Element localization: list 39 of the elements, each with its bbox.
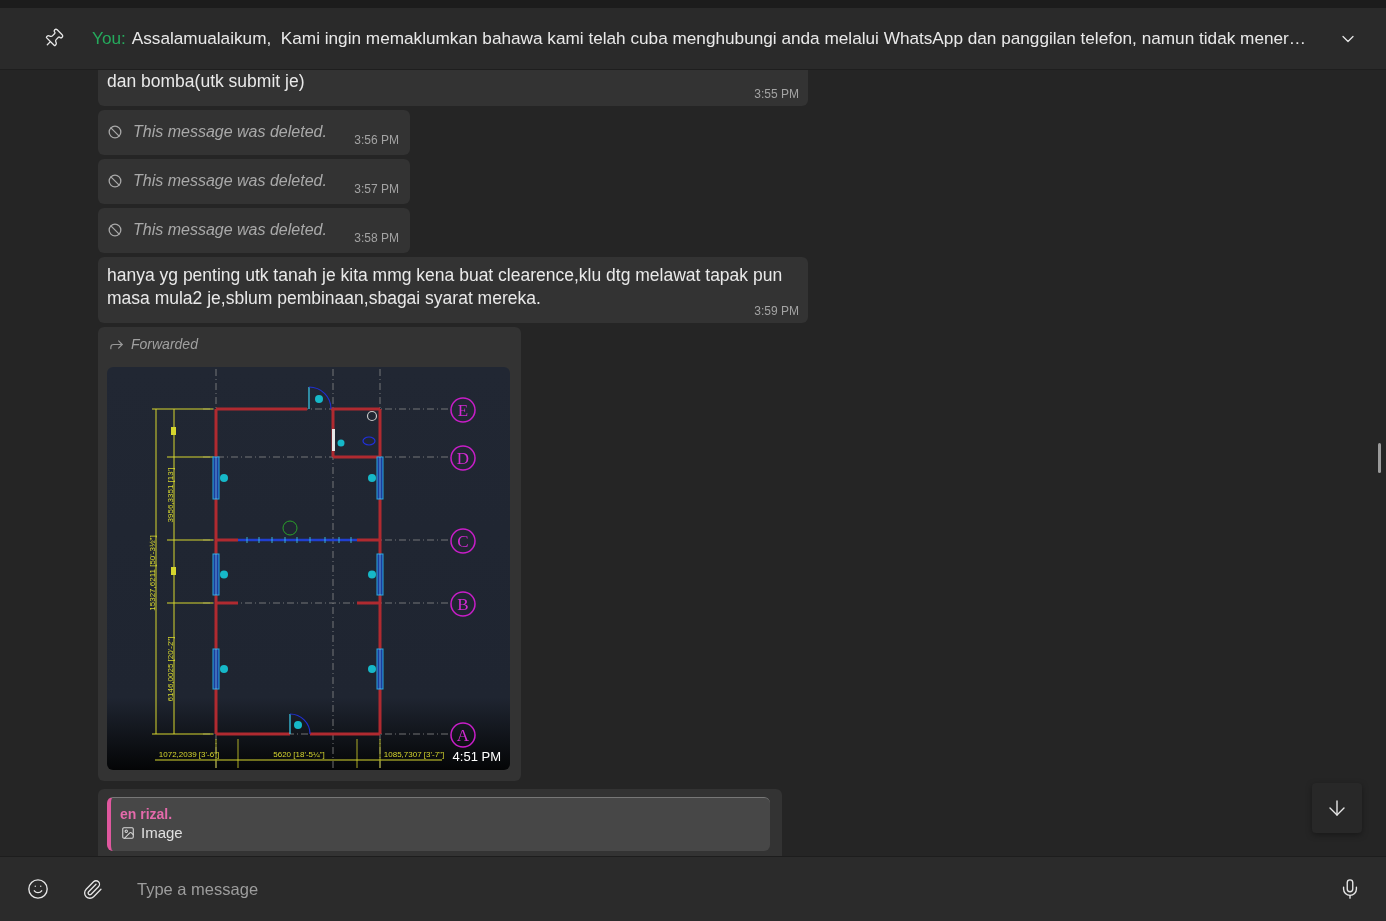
- dimension-label: 1085,7307 [3'-7"]: [383, 750, 445, 759]
- scrollbar-thumb[interactable]: [1378, 443, 1381, 473]
- dimension-label: 6146,0025 [20'-2"]: [166, 636, 175, 702]
- message-time: 3:59 PM: [754, 304, 799, 318]
- floor-plan-drawing[interactable]: [107, 367, 510, 770]
- deleted-message-text: This message was deleted.: [133, 220, 327, 240]
- message-time: 3:58 PM: [354, 231, 399, 245]
- grid-label: B: [450, 591, 476, 617]
- deleted-message-text: This message was deleted.: [133, 122, 327, 142]
- ban-icon: [108, 125, 122, 139]
- message-time: 3:57 PM: [354, 182, 399, 196]
- grid-label: E: [450, 397, 476, 423]
- pinned-message-bar[interactable]: You: Assalamualaikum, Kami ingin memaklumkan bahawa kami telah cuba menghubungi anda melalui WhatsApp dan panggilan telefon, namun tidak mener…: [0, 0, 1386, 70]
- dimension-label: 15327,6211 [50'-3½"]: [148, 535, 157, 611]
- image-icon: [121, 826, 135, 840]
- message-composer[interactable]: Type a message: [0, 856, 1386, 921]
- ban-icon: [108, 174, 122, 188]
- grid-label: A: [450, 722, 476, 748]
- message-text: dan bomba(utk submit je): [107, 70, 306, 93]
- smile-icon: [27, 878, 49, 900]
- pinned-sender: You:: [92, 26, 126, 50]
- grid-label: C: [450, 528, 476, 554]
- pinned-message-text: Assalamualaikum, Kami ingin memaklumkan bahawa kami telah cuba menghubungi anda melalui WhatsApp dan panggilan telefon, namun tidak mener…: [131, 26, 1306, 50]
- paperclip-icon: [81, 878, 103, 900]
- message-time: 3:55 PM: [754, 87, 799, 101]
- message-time: 4:51 PM: [452, 749, 501, 765]
- deleted-message-text: This message was deleted.: [133, 171, 327, 191]
- grid-label: D: [450, 445, 476, 471]
- dimension-label: 3956,3351 [13']: [166, 467, 175, 523]
- ban-icon: [108, 223, 122, 237]
- quote-author: en rizal.: [120, 805, 174, 823]
- message-input[interactable]: Type a message: [137, 869, 1320, 909]
- reply-quote[interactable]: en rizal. Image: [107, 797, 770, 851]
- scroll-down-button[interactable]: [1312, 783, 1362, 833]
- dimension-label: 5620 [18'-5¼"]: [273, 750, 325, 759]
- forwarded-label: Forwarded: [131, 335, 198, 353]
- dimension-label: 1072,2039 [3'-6"]: [158, 750, 220, 759]
- message-time: 3:56 PM: [354, 133, 399, 147]
- quote-text: Image: [141, 823, 183, 843]
